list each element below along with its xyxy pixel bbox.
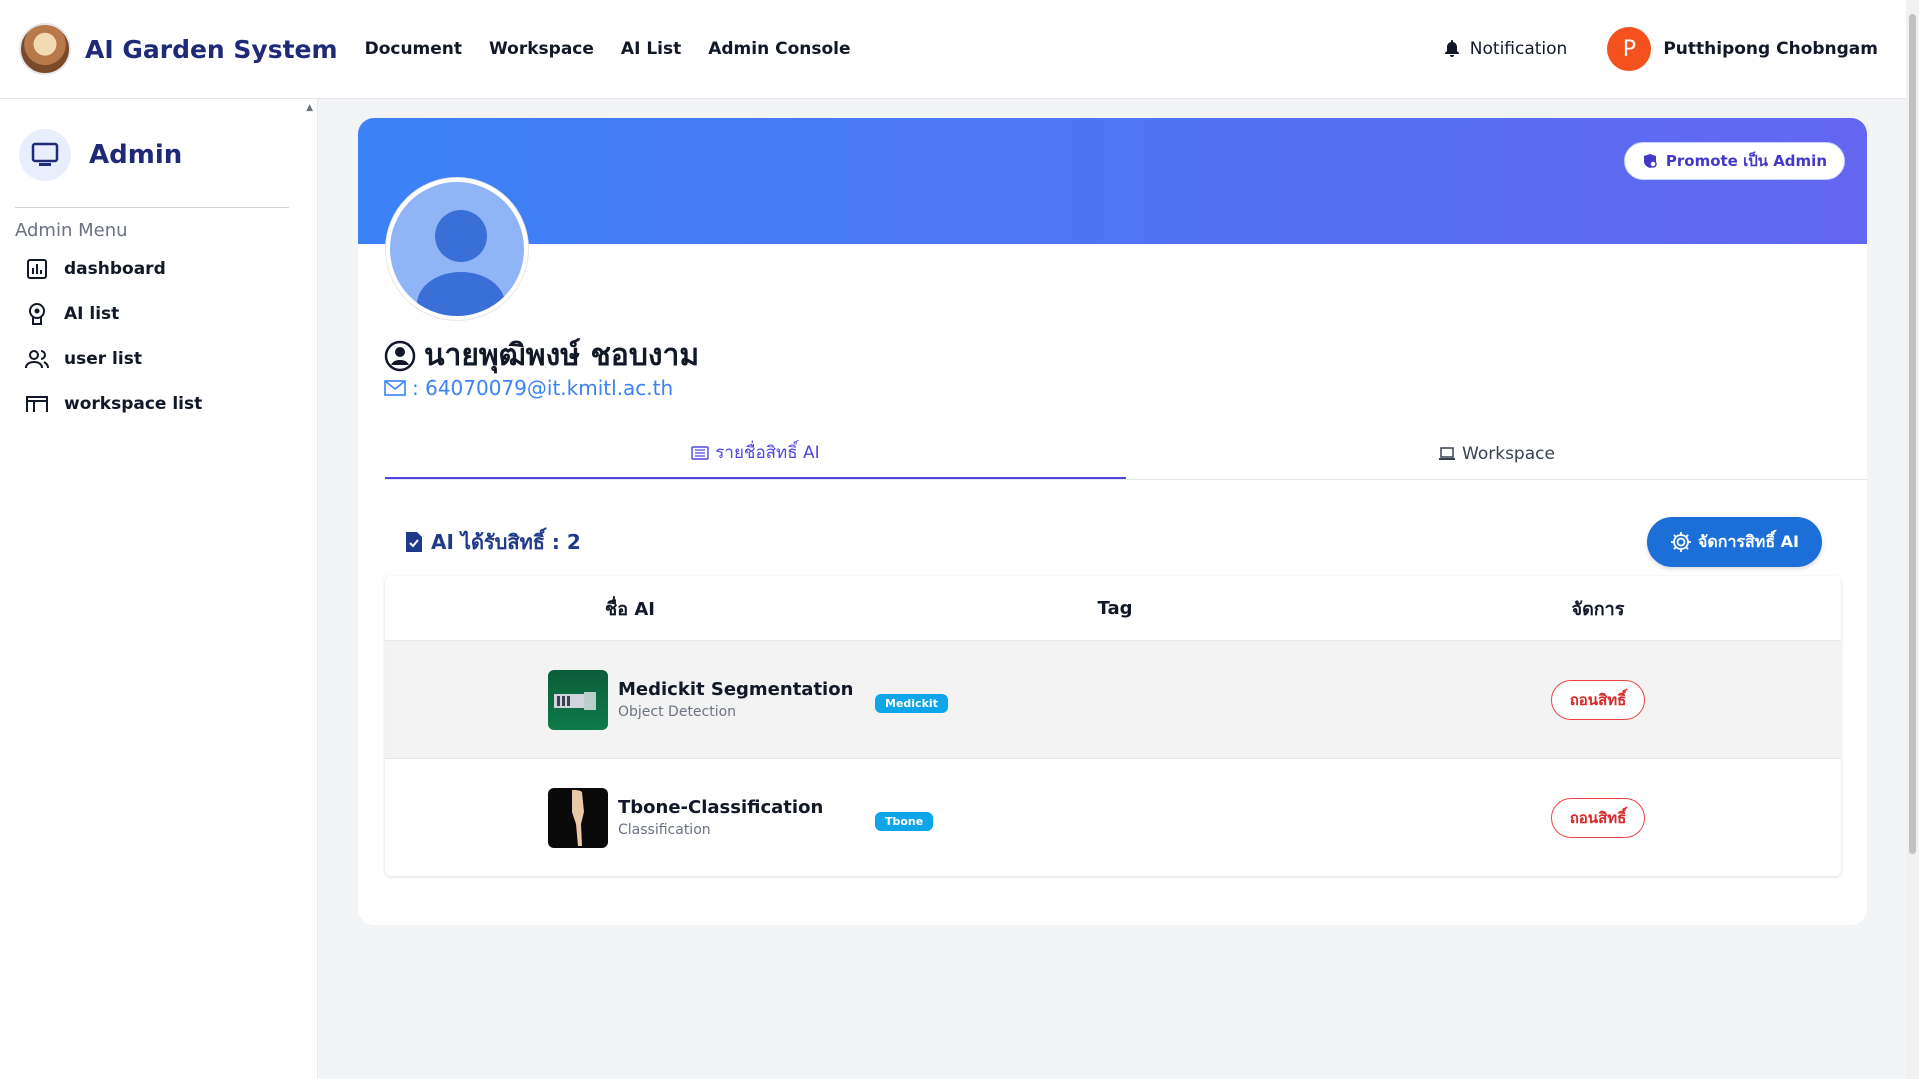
- sidebar-menu-label: Admin Menu: [15, 220, 128, 241]
- top-navbar: AI Garden System Document Workspace AI L…: [0, 0, 1906, 99]
- sidebar-item-label: dashboard: [64, 258, 166, 279]
- nav-link-document[interactable]: Document: [365, 39, 462, 59]
- notification-button[interactable]: Notification: [1444, 39, 1568, 59]
- ai-permissions-table: ชื่อ AI Tag จัดการ Medickit Segmentation…: [385, 576, 1841, 876]
- sidebar-item-ai-list[interactable]: AI list: [25, 296, 317, 331]
- laptop-icon: [1439, 446, 1456, 460]
- profile-tabs: รายชื่อสิทธิ์ AI Workspace: [385, 428, 1867, 480]
- ai-type: Classification: [618, 822, 711, 838]
- gear-icon: [1670, 532, 1691, 552]
- bell-icon: [1444, 40, 1459, 57]
- avatar[interactable]: P: [1607, 27, 1652, 71]
- column-header-action: จัดการ: [1571, 598, 1625, 620]
- ai-type: Object Detection: [618, 704, 737, 720]
- table-row: Medickit Segmentation Object Detection M…: [385, 640, 1841, 758]
- sidebar-divider: [15, 207, 289, 208]
- workspace-icon: [25, 392, 49, 416]
- ai-name[interactable]: Tbone-Classification: [618, 797, 823, 818]
- nav-link-ai-list[interactable]: AI List: [621, 39, 681, 59]
- manage-ai-permissions-label: จัดการสิทธิ์ AI: [1697, 531, 1799, 551]
- sidebar-item-label: workspace list: [64, 393, 203, 414]
- manage-ai-permissions-button[interactable]: จัดการสิทธิ์ AI: [1647, 517, 1822, 567]
- ai-text: Medickit Segmentation Object Detection: [618, 679, 853, 720]
- promote-admin-label: Promote เป็น Admin: [1665, 152, 1827, 170]
- admin-sidebar: ▲ Admin Admin Menu dashboard AI list use…: [0, 99, 318, 1079]
- table-row: Tbone-Classification Classification Tbon…: [385, 758, 1841, 876]
- tag-badge: Medickit: [875, 694, 948, 713]
- mail-icon: [384, 380, 406, 396]
- tab-ai-permissions[interactable]: รายชื่อสิทธิ์ AI: [385, 428, 1126, 479]
- document-check-icon: [406, 532, 422, 552]
- brain-icon: [25, 302, 49, 326]
- tag-cell: Tbone: [875, 804, 1355, 831]
- tag-badge: Tbone: [875, 812, 934, 831]
- ai-name-cell: Medickit Segmentation Object Detection: [385, 669, 875, 730]
- users-icon: [25, 347, 49, 371]
- column-header-tag: Tag: [1097, 597, 1133, 619]
- promote-admin-button[interactable]: Promote เป็น Admin: [1623, 142, 1845, 180]
- monitor-icon: [19, 129, 71, 181]
- ai-text: Tbone-Classification Classification: [618, 797, 823, 838]
- page-scrollbar[interactable]: [1906, 0, 1919, 1079]
- action-cell: ถอนสิทธิ์: [1355, 797, 1841, 838]
- ai-granted-title: AI ได้รับสิทธิ์ : 2: [405, 526, 581, 558]
- ai-name[interactable]: Medickit Segmentation: [618, 679, 853, 700]
- profile-banner: Promote เป็น Admin: [358, 118, 1867, 244]
- sidebar-item-dashboard[interactable]: dashboard: [25, 251, 317, 286]
- chart-icon: [25, 257, 49, 281]
- ai-name-cell: Tbone-Classification Classification: [385, 787, 875, 848]
- profile-email: : 64070079@it.kmitl.ac.th: [384, 376, 673, 400]
- list-icon: [691, 445, 709, 460]
- profile-email-text[interactable]: : 64070079@it.kmitl.ac.th: [412, 376, 673, 400]
- table-header: ชื่อ AI Tag จัดการ: [385, 576, 1841, 640]
- sidebar-item-workspace-list[interactable]: workspace list: [25, 386, 317, 421]
- revoke-permission-button[interactable]: ถอนสิทธิ์: [1551, 797, 1645, 838]
- revoke-permission-button[interactable]: ถอนสิทธิ์: [1551, 679, 1645, 720]
- sidebar-title: Admin: [89, 140, 183, 170]
- user-name[interactable]: Putthipong Chobngam: [1663, 39, 1878, 59]
- nav-right: Notification P Putthipong Chobngam: [1444, 27, 1878, 71]
- scroll-thumb[interactable]: [1909, 14, 1916, 854]
- action-cell: ถอนสิทธิ์: [1355, 679, 1841, 720]
- app-logo[interactable]: [19, 23, 71, 75]
- scroll-up-arrow-icon[interactable]: ▲: [306, 103, 313, 113]
- tab-workspace[interactable]: Workspace: [1126, 428, 1867, 479]
- user-profile-card: Promote เป็น Admin นายพุฒิพงษ์ ชอบงาม : …: [358, 118, 1867, 925]
- tab-ai-permissions-label: รายชื่อสิทธิ์ AI: [715, 443, 820, 463]
- profile-name-text: นายพุฒิพงษ์ ชอบงาม: [424, 338, 700, 373]
- tag-cell: Medickit: [875, 686, 1355, 713]
- sidebar-item-label: AI list: [64, 303, 120, 324]
- nav-links: Document Workspace AI List Admin Console: [365, 39, 851, 59]
- nav-link-workspace[interactable]: Workspace: [489, 39, 594, 59]
- tab-workspace-label: Workspace: [1462, 443, 1555, 464]
- ai-thumbnail: [548, 787, 608, 848]
- nav-link-admin-console[interactable]: Admin Console: [708, 39, 850, 59]
- profile-name: นายพุฒิพงษ์ ชอบงาม: [384, 332, 699, 379]
- profile-avatar: [386, 178, 528, 320]
- shield-user-icon: [1643, 154, 1657, 168]
- sidebar-item-label: user list: [64, 348, 142, 369]
- ai-granted-count: AI ได้รับสิทธิ์ : 2: [431, 530, 581, 554]
- brand-title[interactable]: AI Garden System: [85, 35, 338, 64]
- sidebar-item-user-list[interactable]: user list: [25, 341, 317, 376]
- user-circle-icon: [384, 340, 416, 371]
- ai-thumbnail: [548, 669, 608, 730]
- user-placeholder-icon: [417, 210, 505, 316]
- sidebar-header: Admin: [19, 129, 317, 181]
- notification-label: Notification: [1469, 39, 1568, 59]
- column-header-ai-name: ชื่อ AI: [605, 598, 655, 620]
